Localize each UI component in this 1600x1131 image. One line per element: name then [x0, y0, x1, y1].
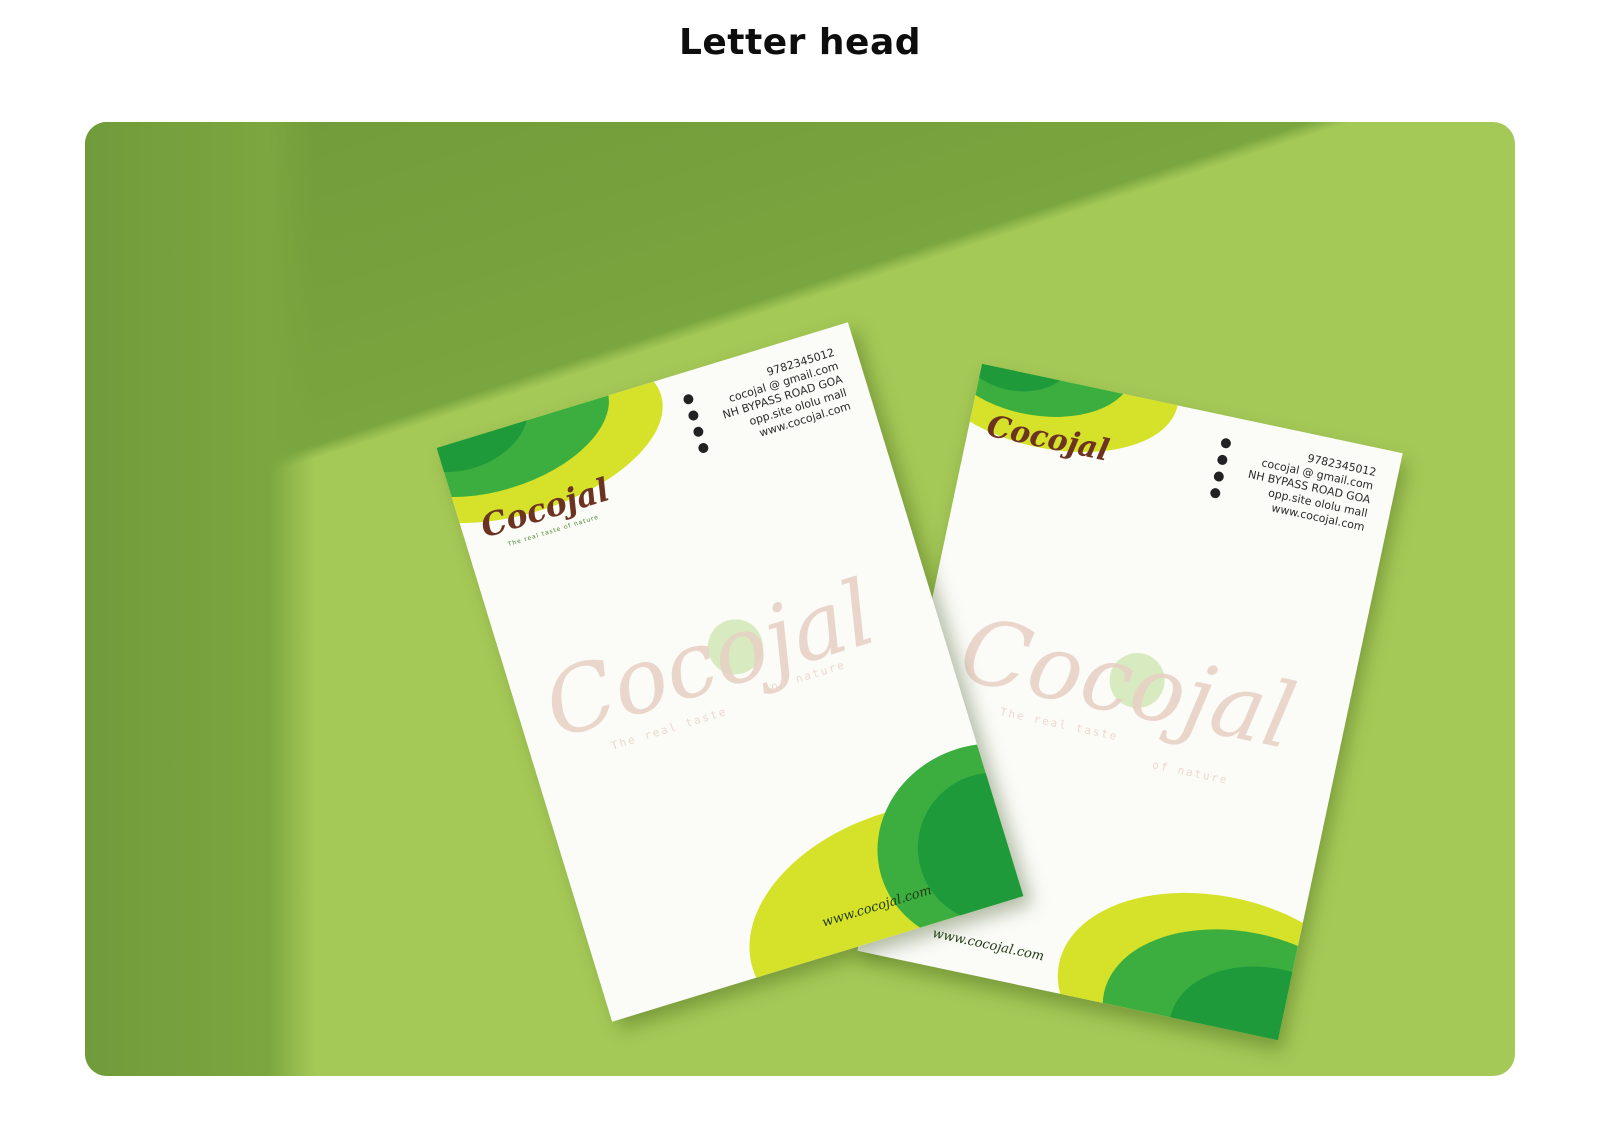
- location-icon: [1212, 470, 1225, 483]
- light-shadow: [85, 122, 315, 1076]
- letterhead-mockup-panel: Cocojal 9782345012 cocojal @ gmail.com N…: [85, 122, 1515, 1076]
- email-icon: [687, 409, 700, 422]
- globe-icon: [697, 441, 710, 455]
- tagline-watermark-right: of nature: [1151, 758, 1230, 788]
- page-title: Letter head: [678, 22, 922, 63]
- brand-watermark: Cocojal: [951, 597, 1304, 771]
- contact-icons: [682, 392, 710, 455]
- contact-block: 9782345012 cocojal @ gmail.com NH BYPASS…: [713, 346, 853, 449]
- phone-icon: [682, 392, 695, 406]
- location-icon: [692, 425, 705, 438]
- globe-icon: [1209, 487, 1222, 500]
- contact-block: 9782345012 cocojal @ gmail.com NH BYPASS…: [1241, 440, 1378, 534]
- contact-icons: [1209, 437, 1232, 500]
- email-icon: [1216, 453, 1229, 466]
- brand-watermark: Cocojal: [532, 560, 887, 760]
- phone-icon: [1219, 437, 1232, 450]
- footer-website: www.cocojal.com: [930, 926, 1046, 965]
